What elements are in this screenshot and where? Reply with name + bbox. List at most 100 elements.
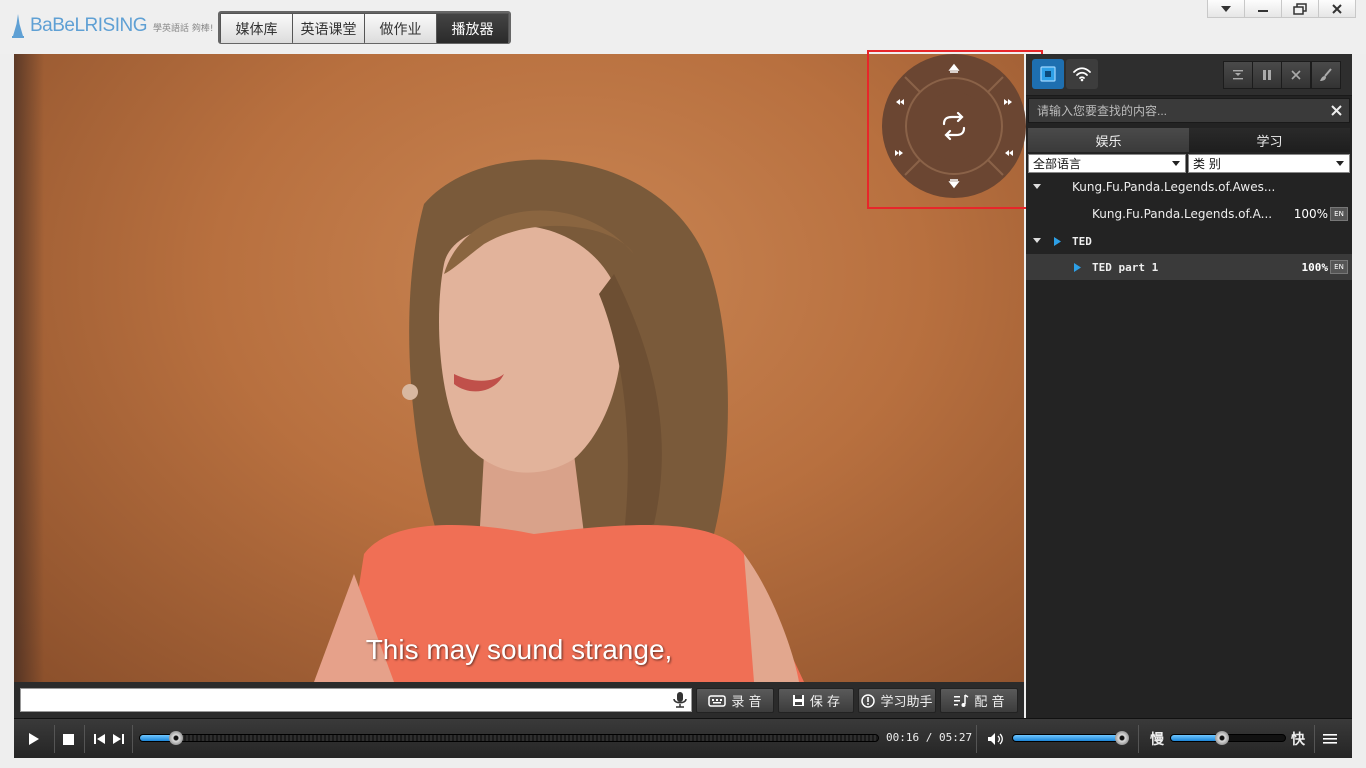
music-list-icon [954, 693, 969, 707]
time-readout: 00:16 / 05:27 [886, 731, 972, 744]
wifi-icon [1073, 67, 1091, 82]
close-icon [1332, 3, 1342, 14]
clean-button[interactable] [1311, 61, 1341, 89]
tab-media-library[interactable]: 媒体库 [221, 14, 292, 43]
delete-item-button[interactable] [1281, 61, 1311, 89]
dub-button[interactable]: 配 音 [940, 688, 1018, 713]
pause-download-button[interactable] [1252, 61, 1282, 89]
tab-homework[interactable]: 做作业 [365, 14, 436, 43]
wheel-bottom-button[interactable] [944, 172, 964, 194]
video-subtitle: This may sound strange, [365, 634, 673, 665]
category-tabs: 娱乐 学习 [1028, 128, 1350, 152]
playback-control-wheel [882, 54, 1026, 198]
tree-item-percent: 100% [1293, 207, 1328, 221]
save-icon [792, 695, 804, 706]
separator [1314, 725, 1315, 753]
stop-icon [62, 733, 74, 745]
separator [84, 725, 85, 753]
previous-button[interactable] [90, 729, 110, 749]
microphone-icon[interactable] [671, 691, 689, 709]
alert-circle-icon [861, 693, 876, 708]
player-control-bar: 00:16 / 05:27 慢 快 [14, 718, 1352, 758]
menu-button[interactable] [1207, 0, 1245, 18]
close-button[interactable] [1318, 0, 1356, 18]
wheel-repeat-button[interactable] [920, 92, 988, 160]
video-viewport[interactable]: This may sound strange, [14, 54, 1024, 682]
language-badge: EN [1330, 260, 1348, 274]
separator [976, 725, 977, 753]
playlist-menu-button[interactable] [1320, 729, 1340, 749]
speed-knob[interactable] [1215, 731, 1230, 745]
speaker-icon [988, 733, 1003, 745]
tower-logo-icon [12, 14, 24, 38]
record-button[interactable]: 录 音 [696, 688, 774, 713]
category-select[interactable]: 类 别 [1188, 154, 1350, 173]
video-edge-shade [14, 54, 44, 682]
progress-knob[interactable] [169, 731, 184, 745]
close-icon [1291, 70, 1301, 80]
tab-entertainment[interactable]: 娱乐 [1028, 128, 1189, 152]
dropdown-arrow-icon [1336, 161, 1344, 166]
media-list-panel: 娱乐 学习 全部语言 类 别 Kung.Fu.Panda.Legends.of.… [1026, 54, 1352, 718]
tree-item-kungfu-panda[interactable]: Kung.Fu.Panda.Legends.of.A... 100% EN [1026, 201, 1352, 227]
wheel-top-button[interactable] [944, 60, 964, 82]
language-badge: EN [1330, 207, 1348, 221]
expand-arrow-icon [1033, 184, 1041, 189]
play-button[interactable] [24, 729, 44, 749]
tab-english-class[interactable]: 英语课堂 [293, 14, 364, 43]
stop-button[interactable] [58, 729, 78, 749]
dropdown-arrow-icon [1172, 161, 1180, 166]
study-assistant-label: 学习助手 [880, 695, 933, 710]
play-triangle-icon [1074, 262, 1081, 272]
subtitle-input-bar: 录 音 保 存 学习助手 配 音 [14, 682, 1024, 718]
media-search-input[interactable] [1028, 98, 1350, 123]
save-label: 保 存 [809, 695, 841, 710]
title-bar: BaBeLRISING 學英語話 夠棒! 媒体库 英语课堂 做作业 播放器 [0, 0, 1366, 54]
tree-group-ted[interactable]: TED [1026, 228, 1352, 254]
play-triangle-icon [1054, 236, 1061, 246]
speed-slider[interactable] [1170, 731, 1286, 745]
search-clear-button[interactable] [1328, 102, 1344, 118]
next-button[interactable] [108, 729, 128, 749]
save-button[interactable]: 保 存 [778, 688, 854, 713]
separator [54, 725, 55, 753]
online-media-tab[interactable] [1066, 59, 1098, 89]
subtitle-input[interactable] [20, 688, 692, 712]
keyboard-icon [708, 694, 727, 707]
tab-player[interactable]: 播放器 [437, 14, 508, 43]
progress-slider[interactable] [139, 731, 879, 745]
separator [132, 725, 133, 753]
main-nav: 媒体库 英语课堂 做作业 播放器 [218, 11, 511, 44]
study-assistant-button[interactable]: 学习助手 [858, 688, 936, 713]
time-current: 00:16 [886, 731, 920, 744]
tab-study[interactable]: 学习 [1189, 128, 1350, 152]
minimize-button[interactable] [1244, 0, 1282, 18]
volume-knob[interactable] [1114, 731, 1129, 745]
minimize-icon [1258, 9, 1268, 12]
play-icon [29, 733, 39, 745]
restore-button[interactable] [1281, 0, 1319, 18]
menu-icon [1221, 5, 1231, 12]
brand-name: BaBeLRISING [30, 15, 148, 36]
expand-arrow-icon [1033, 238, 1041, 243]
hamburger-icon [1323, 734, 1337, 744]
category-select-value: 类 别 [1193, 157, 1221, 171]
volume-button[interactable] [986, 729, 1006, 749]
app-logo: BaBeLRISING 學英語話 夠棒! [10, 14, 213, 38]
tree-item-ted-part-1[interactable]: TED part 1 100% EN [1026, 254, 1352, 280]
tree-item-percent: 100% [1301, 260, 1329, 274]
skip-previous-icon [94, 734, 105, 744]
local-media-tab[interactable] [1032, 59, 1064, 89]
separator [1138, 725, 1139, 753]
move-to-top-button[interactable] [1223, 61, 1253, 89]
brush-icon [1320, 68, 1332, 81]
tree-group-kungfu-panda[interactable]: Kung.Fu.Panda.Legends.of.Awes... [1026, 174, 1352, 200]
panel-toolbar [1026, 54, 1352, 96]
close-icon [1330, 104, 1342, 116]
volume-slider[interactable] [1012, 731, 1129, 745]
tree-item-label: Kung.Fu.Panda.Legends.of.Awes... [1072, 180, 1276, 194]
volume-fill [1013, 735, 1122, 741]
skip-next-icon [113, 734, 124, 744]
language-select[interactable]: 全部语言 [1028, 154, 1186, 173]
local-folder-icon [1040, 66, 1056, 82]
